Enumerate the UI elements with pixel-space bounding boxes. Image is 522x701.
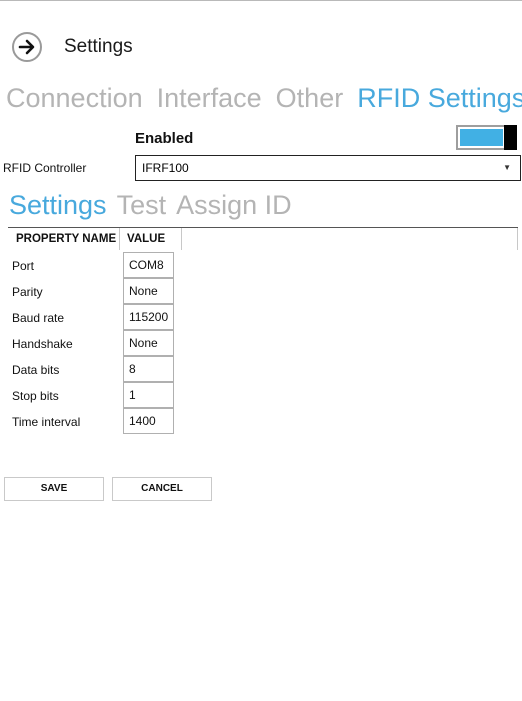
property-name: Parity — [12, 285, 43, 299]
property-name: Data bits — [12, 363, 60, 377]
column-divider — [517, 228, 518, 250]
column-divider[interactable] — [181, 228, 182, 250]
tab-rfid-settings[interactable]: RFID Settings — [357, 83, 522, 114]
column-header-property-name: PROPERTY NAME — [16, 233, 117, 245]
main-tabs: Connection Interface Other RFID Settings — [6, 83, 522, 114]
save-button[interactable]: SAVE — [4, 477, 104, 501]
port-field[interactable] — [123, 252, 174, 278]
enabled-label: Enabled — [135, 130, 194, 147]
dropdown-arrow-icon: ▼ — [503, 163, 511, 172]
property-name: Baud rate — [12, 311, 65, 325]
enabled-toggle[interactable] — [456, 125, 517, 150]
stop-bits-field[interactable] — [123, 382, 174, 408]
table-row: Handshake — [0, 330, 200, 356]
data-bits-field[interactable] — [123, 356, 174, 382]
toggle-thumb — [504, 125, 517, 150]
property-name: Port — [12, 259, 35, 273]
table-row: Parity — [0, 278, 200, 304]
settings-page: Settings Connection Interface Other RFID… — [0, 0, 522, 701]
property-grid-rows: Port Parity Baud rate Handshake Data bit… — [0, 252, 200, 434]
handshake-field[interactable] — [123, 330, 174, 356]
table-row: Stop bits — [0, 382, 200, 408]
tab-interface[interactable]: Interface — [157, 83, 262, 114]
tab-settings[interactable]: Settings — [9, 190, 107, 221]
sub-tabs: Settings Test Assign ID — [9, 190, 302, 221]
parity-field[interactable] — [123, 278, 174, 304]
rfid-controller-value: IFRF100 — [142, 161, 189, 175]
page-title: Settings — [64, 36, 133, 57]
toggle-fill — [460, 129, 503, 146]
property-name: Stop bits — [12, 389, 59, 403]
table-row: Port — [0, 252, 200, 278]
table-row: Data bits — [0, 356, 200, 382]
table-row: Baud rate — [0, 304, 200, 330]
column-divider[interactable] — [119, 228, 120, 250]
time-interval-field[interactable] — [123, 408, 174, 434]
rfid-controller-label: RFID Controller — [3, 161, 87, 175]
header: Settings — [12, 32, 133, 62]
rfid-controller-select[interactable]: IFRF100 ▼ — [135, 155, 521, 181]
property-grid-header: PROPERTY NAME VALUE — [8, 227, 518, 250]
column-header-value: VALUE — [127, 233, 166, 245]
property-name: Time interval — [12, 415, 81, 429]
tab-assign-id[interactable]: Assign ID — [176, 190, 292, 221]
property-name: Handshake — [12, 337, 73, 351]
arrow-right-circle-icon[interactable] — [12, 32, 42, 62]
cancel-button[interactable]: CANCEL — [112, 477, 212, 501]
baud-rate-field[interactable] — [123, 304, 174, 330]
tab-connection[interactable]: Connection — [6, 83, 143, 114]
table-row: Time interval — [0, 408, 200, 434]
tab-test[interactable]: Test — [117, 190, 167, 221]
tab-other[interactable]: Other — [276, 83, 344, 114]
